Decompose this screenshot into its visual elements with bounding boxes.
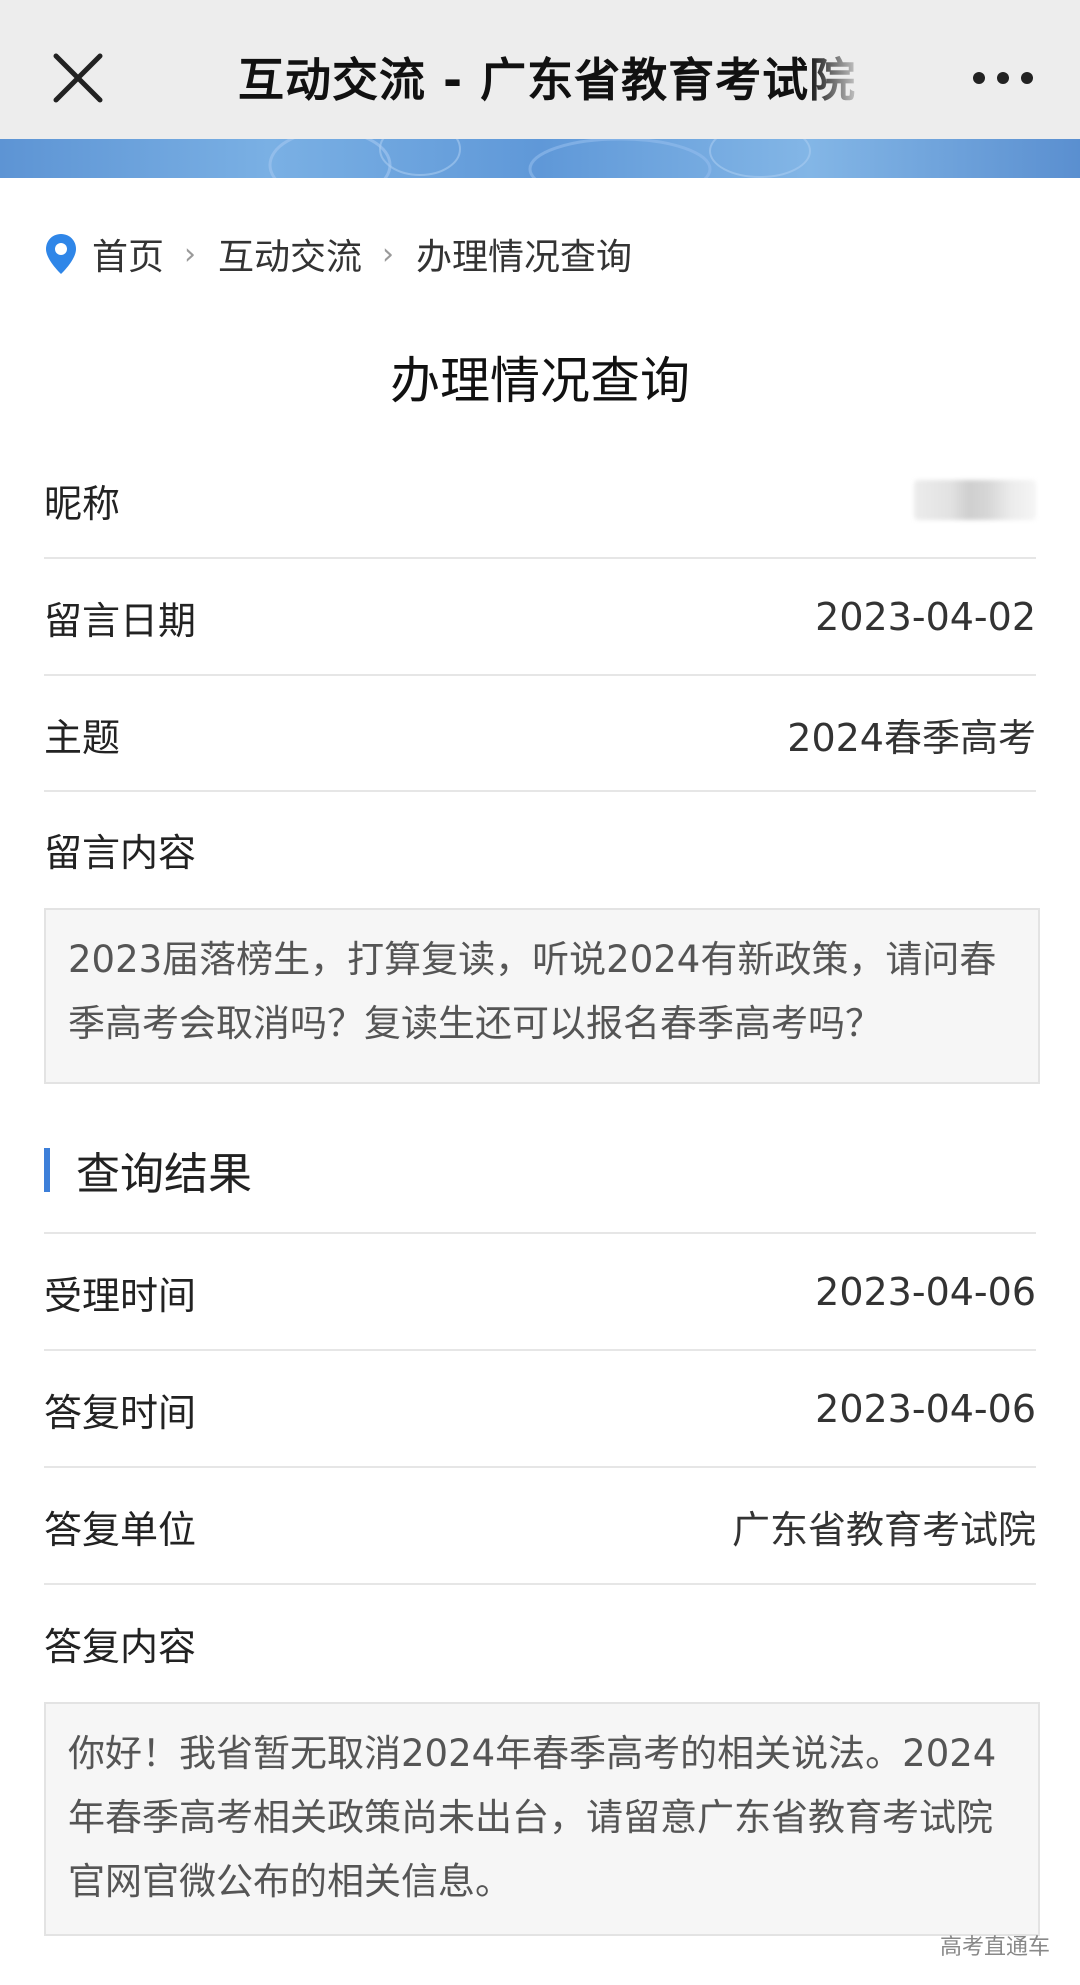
reply-unit-value: 广东省教育考试院 [731,1507,1036,1552]
watermark: 高考直通车 [939,1935,1050,1960]
title-fade-overlay [808,40,878,120]
header-banner [0,139,1080,178]
reply-time-value: 2023-04-06 [815,1387,1036,1431]
banner-decoration [268,139,811,178]
message-content-box: 2023届落榜生，打算复读，听说2024有新政策，请问春季高考会取消吗？复读生还… [44,908,1040,1084]
close-icon [53,53,103,103]
reply-time-label: 答复时间 [44,1390,197,1435]
breadcrumb-current: 办理情况查询 [416,237,633,278]
result-section-header: 查询结果 [44,1140,252,1200]
breadcrumb: 首页 › 互动交流 › 办理情况查询 [44,226,632,282]
page-title: 办理情况查询 [390,352,690,410]
accept-time-row: 受理时间 2023-04-06 [44,1234,1036,1350]
divider [44,790,1036,792]
nickname-value-blurred [914,480,1036,520]
nickname-label: 昵称 [44,481,121,526]
reply-content-label: 答复内容 [44,1625,197,1669]
chevron-right-icon: › [184,236,197,272]
reply-time-row: 答复时间 2023-04-06 [44,1351,1036,1467]
reply-content-box: 你好！我省暂无取消2024年春季高考的相关说法。2024年春季高考相关政策尚未出… [44,1702,1040,1936]
accept-time-label: 受理时间 [44,1273,197,1318]
divider [44,1583,1036,1585]
location-pin-icon [46,234,76,274]
subject-value: 2024春季高考 [787,715,1036,760]
subject-label: 主题 [44,715,121,760]
message-date-label: 留言日期 [44,598,197,643]
subject-row: 主题 2024春季高考 [44,676,1036,792]
top-nav-bar: 互动交流 - 广东省教育考试院 [0,0,1080,139]
breadcrumb-home[interactable]: 首页 [92,228,164,280]
section-accent-bar [44,1148,50,1192]
chevron-right-icon: › [382,236,395,272]
more-dots-icon [973,72,1033,84]
reply-unit-row: 答复单位 广东省教育考试院 [44,1468,1036,1584]
message-content-label: 留言内容 [44,831,197,875]
message-date-value: 2023-04-02 [815,595,1036,639]
more-menu-button[interactable] [965,60,1045,96]
breadcrumb-interaction[interactable]: 互动交流 [218,228,362,280]
window-title: 互动交流 - 广东省教育考试院 [238,53,857,107]
message-date-row: 留言日期 2023-04-02 [44,559,1036,675]
nickname-row: 昵称 [44,442,1036,558]
result-section-title: 查询结果 [76,1149,252,1200]
reply-unit-label: 答复单位 [44,1507,197,1552]
close-button[interactable] [48,48,108,108]
accept-time-value: 2023-04-06 [815,1270,1036,1314]
